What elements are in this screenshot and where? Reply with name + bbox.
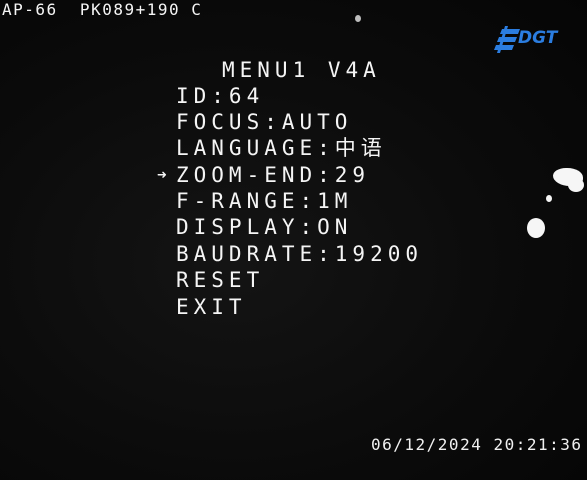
menu-item-focus[interactable]: FOCUS:AUTO bbox=[176, 109, 352, 135]
menu-item-exit[interactable]: EXIT bbox=[176, 294, 247, 320]
menu-item-f-range[interactable]: F-RANGE:1M bbox=[176, 188, 352, 214]
timestamp-time: 20:21:36 bbox=[493, 435, 583, 454]
menu-title: MENU1 V4A bbox=[222, 58, 381, 82]
osd-menu: MENU1 V4A ➜ ID:64 FOCUS:AUTO LANGUAGE:中语… bbox=[0, 0, 587, 480]
menu-cursor-arrow-icon: ➜ bbox=[157, 165, 167, 184]
menu-item-baudrate[interactable]: BAUDRATE:19200 bbox=[176, 241, 423, 267]
menu-item-display[interactable]: DISPLAY:ON bbox=[176, 214, 352, 240]
menu-item-id[interactable]: ID:64 bbox=[176, 83, 264, 109]
menu-item-zoom-end[interactable]: ZOOM-END:29 bbox=[176, 162, 370, 188]
menu-item-reset[interactable]: RESET bbox=[176, 267, 264, 293]
menu-item-language[interactable]: LANGUAGE:中语 bbox=[176, 135, 387, 161]
camera-feed: AP-66 PK089+190 C DGT MENU1 V4A ➜ ID:64 … bbox=[0, 0, 587, 480]
timestamp-date: 06/12/2024 bbox=[371, 435, 483, 454]
light-blob bbox=[568, 178, 584, 192]
light-blob bbox=[527, 218, 545, 238]
dust-speck bbox=[355, 15, 361, 22]
timestamp: 06/12/2024 20:21:36 bbox=[371, 435, 583, 454]
light-blob bbox=[546, 195, 552, 202]
